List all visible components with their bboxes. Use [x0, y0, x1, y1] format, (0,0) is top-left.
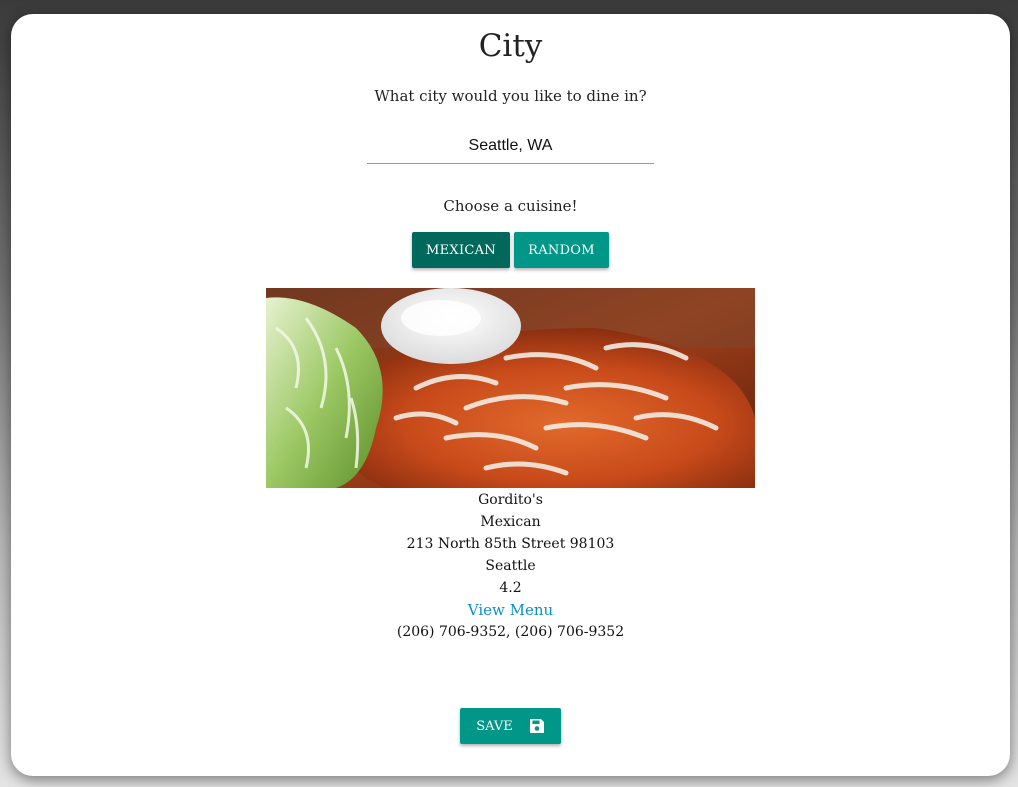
- cuisine-prompt: Choose a cuisine!: [443, 197, 578, 215]
- restaurant-address: 213 North 85th Street 98103: [406, 536, 615, 552]
- main-card: City What city would you like to dine in…: [11, 14, 1010, 776]
- floppy-disk-icon: [529, 718, 545, 734]
- mexican-button[interactable]: MEXICAN: [412, 232, 510, 268]
- page-title: City: [478, 28, 543, 64]
- restaurant-phone: (206) 706-9352, (206) 706-9352: [396, 624, 625, 640]
- save-button[interactable]: SAVE: [460, 708, 561, 744]
- restaurant-rating: 4.2: [499, 580, 522, 596]
- random-button[interactable]: RANDOM: [514, 232, 609, 268]
- city-question: What city would you like to dine in?: [374, 87, 647, 105]
- view-menu-link[interactable]: View Menu: [11, 599, 1010, 621]
- restaurant-cuisine: Mexican: [480, 514, 541, 530]
- save-label: SAVE: [476, 718, 513, 734]
- restaurant-details: Gordito's Mexican 213 North 85th Street …: [11, 489, 1010, 643]
- restaurant-name: Gordito's: [478, 492, 543, 508]
- city-input[interactable]: [367, 128, 654, 164]
- restaurant-photo: [266, 288, 755, 488]
- restaurant-city: Seattle: [485, 558, 536, 574]
